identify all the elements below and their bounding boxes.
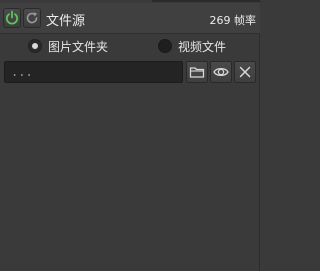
radio-video-file-label[interactable]: 视频文件 [178, 38, 226, 55]
path-row [0, 60, 260, 84]
top-divider [152, 0, 260, 2]
radio-image-folder-label[interactable]: 图片文件夹 [48, 38, 108, 55]
panel-title: 文件源 [46, 14, 86, 29]
panel-header: 文件源 269 帧率 [0, 3, 260, 34]
source-type-group: 图片文件夹 视频文件 [0, 35, 260, 57]
preview-button[interactable] [210, 61, 232, 83]
radio-image-folder[interactable] [28, 39, 42, 53]
fps-value: 269 [209, 14, 231, 27]
path-input[interactable] [4, 61, 183, 83]
clear-button[interactable] [234, 61, 256, 83]
radio-video-file[interactable] [158, 39, 172, 53]
browse-folder-button[interactable] [186, 61, 208, 83]
fps-readout: 269 帧率 [210, 12, 257, 28]
power-button[interactable] [3, 8, 21, 28]
reload-button[interactable] [23, 8, 41, 28]
file-source-panel: 文件源 269 帧率 图片文件夹 视频文件 [0, 0, 260, 271]
fps-unit: 帧率 [234, 14, 256, 27]
